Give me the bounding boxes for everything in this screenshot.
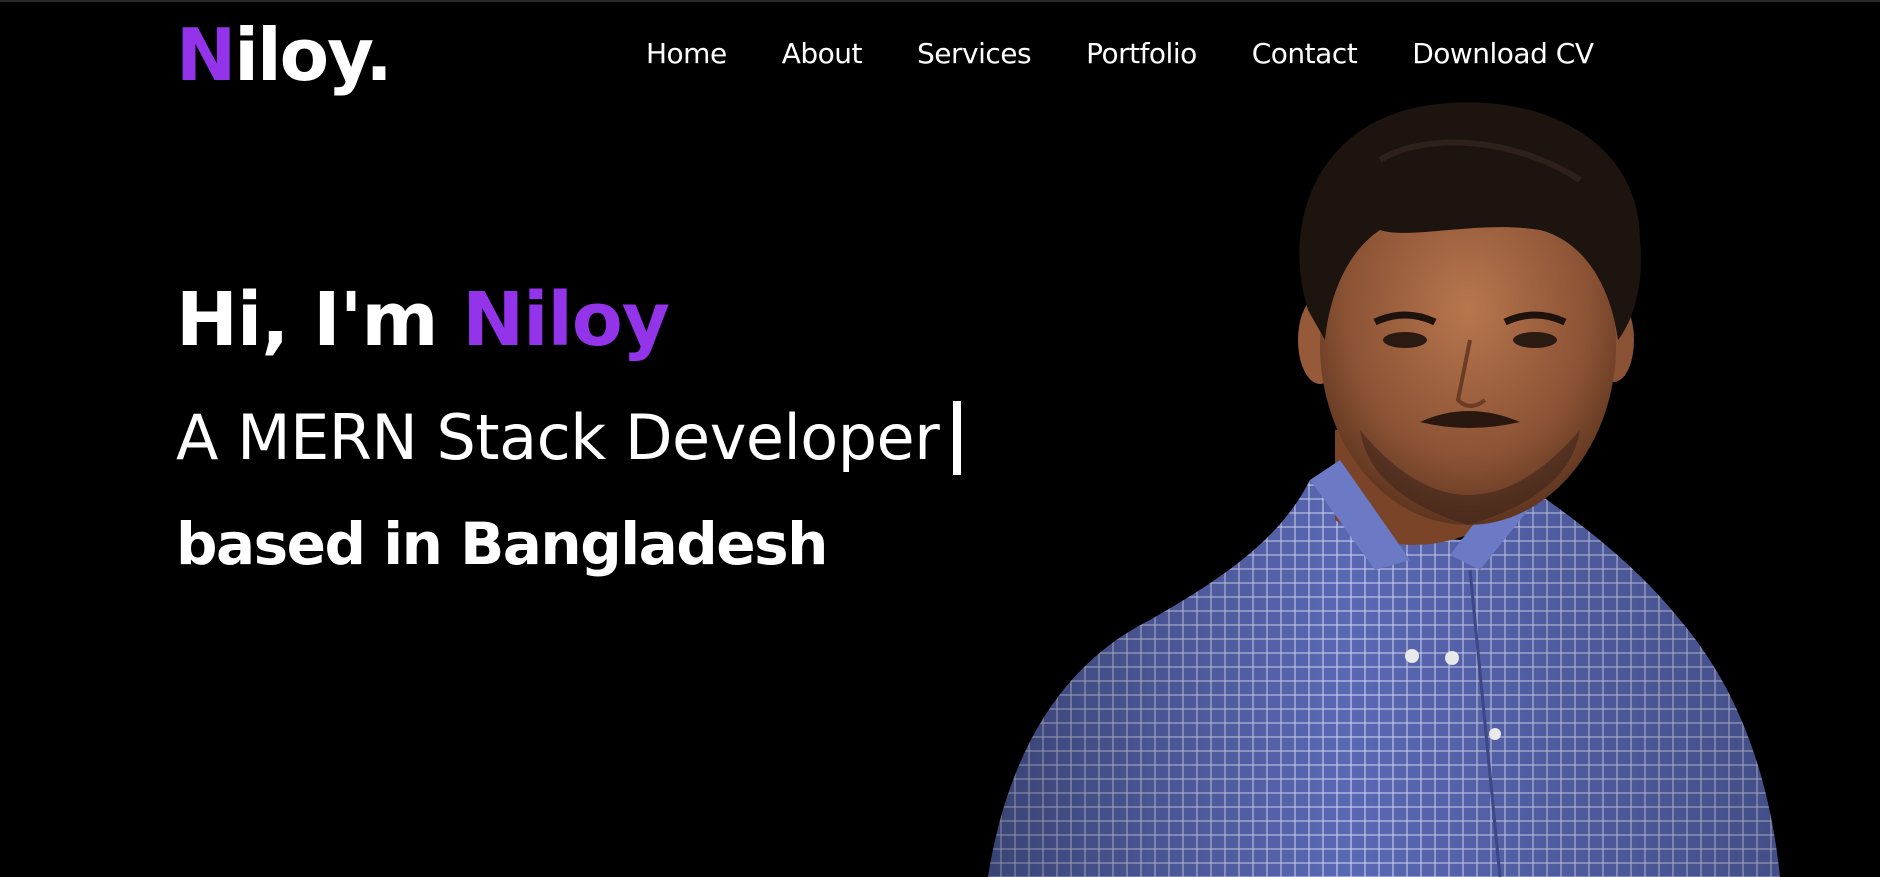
portfolio-page: Niloy. Home About Services Portfolio Con… [0, 0, 1880, 877]
hero-name: Niloy [462, 277, 670, 363]
main-nav: Home About Services Portfolio Contact Do… [646, 32, 1594, 76]
nav-contact[interactable]: Contact [1252, 32, 1358, 76]
nav-portfolio[interactable]: Portfolio [1086, 32, 1197, 76]
logo-initial: N [176, 13, 236, 97]
nav-about[interactable]: About [782, 32, 863, 76]
top-border [0, 0, 1880, 2]
nav-services[interactable]: Services [917, 32, 1032, 76]
logo-rest: iloy. [234, 13, 392, 97]
hero-greeting: Hi, I'm [176, 277, 438, 363]
profile-photo [988, 102, 1780, 877]
hero-heading: Hi, I'm Niloy [176, 270, 670, 370]
nav-home[interactable]: Home [646, 32, 727, 76]
site-logo[interactable]: Niloy. [176, 12, 393, 98]
hero-role-line: A MERN Stack Developer [176, 398, 962, 478]
hero-location: based in Bangladesh [176, 510, 828, 578]
typing-cursor-icon [953, 401, 962, 475]
nav-download-cv[interactable]: Download CV [1412, 32, 1594, 76]
hero-role: A MERN Stack Developer [176, 401, 940, 474]
